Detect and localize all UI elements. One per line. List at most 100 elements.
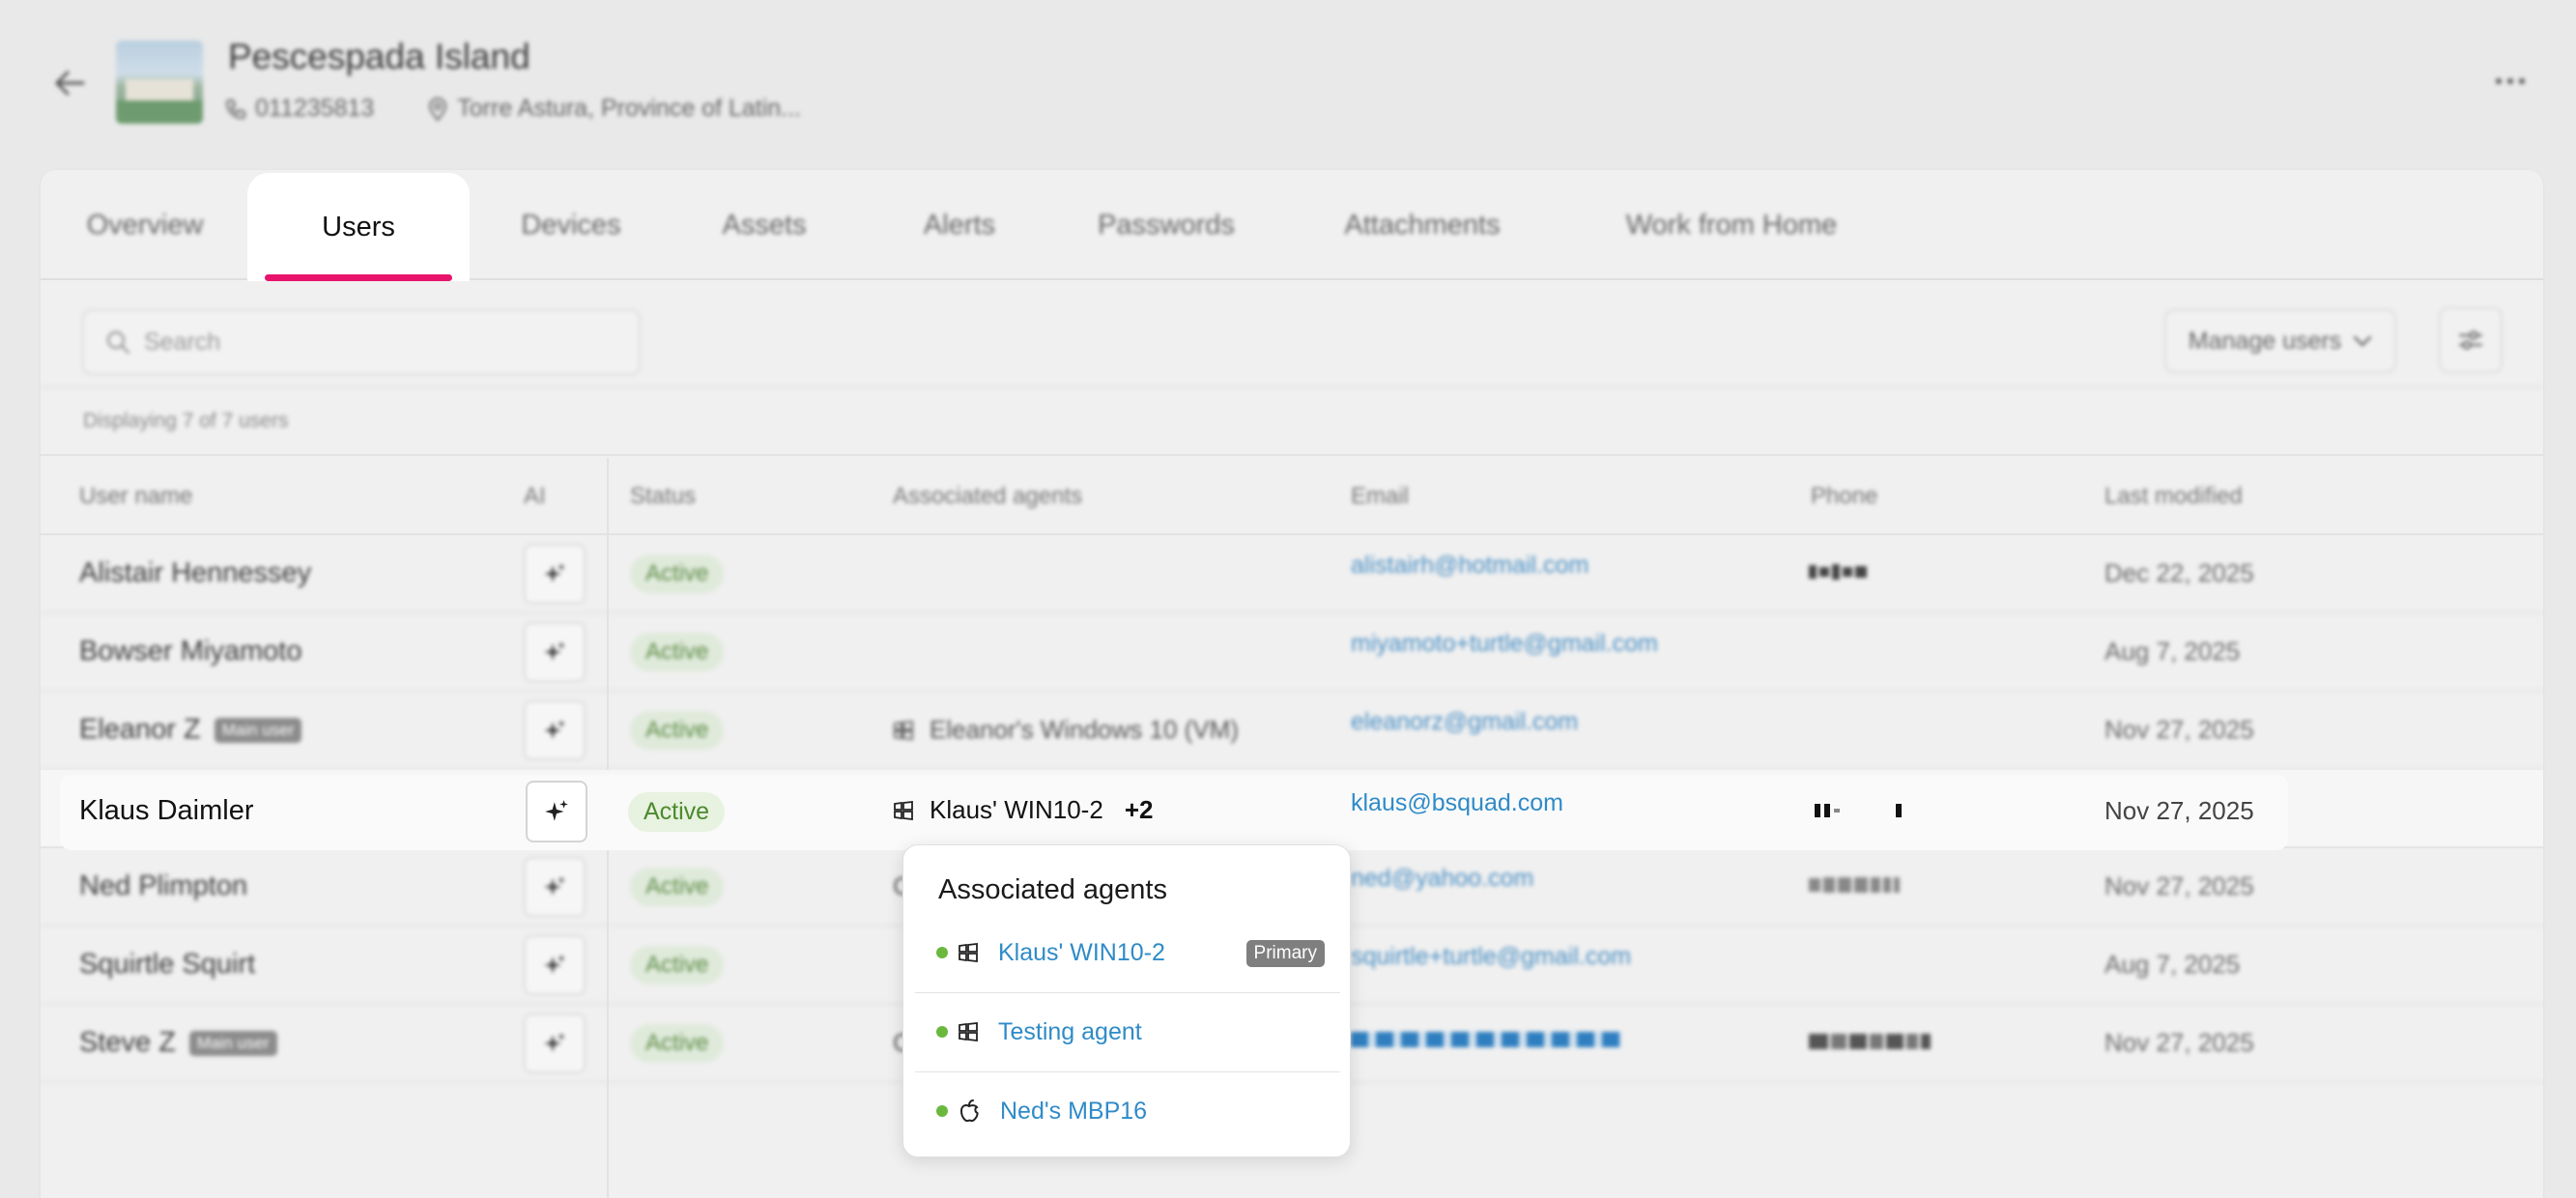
user-name[interactable]: Squirtle Squirt (79, 949, 255, 981)
status-badge: Active (630, 633, 725, 671)
tab-alerts[interactable]: Alerts (906, 170, 1013, 280)
table-row[interactable]: Alistair Hennessey Active alistairh@hotm… (41, 535, 2543, 613)
site-address: Torre Astura, Province of Latin... (457, 95, 802, 122)
col-email[interactable]: Email (1351, 483, 1409, 510)
search-icon (106, 330, 130, 355)
associated-agent[interactable]: Eleanor's Windows 10 (VM) (893, 715, 1239, 745)
last-modified: Nov 27, 2025 (2104, 715, 2254, 744)
ai-button[interactable] (524, 622, 586, 682)
associated-agents-popover: Associated agents Klaus' WIN10-2 Primary… (902, 844, 1351, 1157)
email-link[interactable]: squirtle+turtle@gmail.com (1351, 943, 1631, 971)
sparkle-icon (545, 800, 568, 821)
tab-overview[interactable]: Overview (87, 170, 204, 280)
popover-agent-item[interactable]: Klaus' WIN10-2 Primary (915, 913, 1340, 992)
tab-users[interactable]: Users (247, 173, 470, 281)
site-thumbnail (116, 41, 203, 124)
online-status-dot (936, 947, 948, 958)
phone-redacted (1815, 796, 1902, 825)
phone-icon (225, 99, 245, 119)
status-badge: Active (628, 792, 726, 832)
tab-bar: Overview Users Devices Assets Alerts Pas… (41, 170, 2543, 281)
tab-attachments[interactable]: Attachments (1335, 170, 1509, 280)
more-options-button[interactable] (2485, 66, 2535, 97)
popover-title: Associated agents (938, 874, 1167, 905)
sliders-icon (2458, 330, 2483, 350)
ai-button[interactable] (524, 544, 586, 604)
primary-badge: Primary (1245, 940, 1325, 967)
agent-link[interactable]: Testing agent (998, 1018, 1142, 1046)
windows-icon (959, 942, 978, 963)
col-last-modified[interactable]: Last modified (2104, 483, 2243, 510)
sparkle-icon (544, 1033, 565, 1052)
sparkle-icon (544, 720, 565, 739)
user-name[interactable]: Bowser Miyamoto (79, 636, 301, 668)
col-associated-agents[interactable]: Associated agents (893, 483, 1082, 510)
online-status-dot (936, 1026, 948, 1038)
email-link[interactable]: eleanorz@gmail.com (1351, 708, 1578, 736)
user-name[interactable]: Steve Z Main user (79, 1027, 277, 1059)
status-badge: Active (630, 711, 725, 750)
arrow-left-icon (55, 71, 85, 96)
tab-assets[interactable]: Assets (707, 170, 821, 280)
windows-icon (894, 800, 913, 820)
toolbar: Manage users (41, 282, 2543, 388)
user-name[interactable]: Eleanor Z Main user (79, 714, 302, 746)
back-button[interactable] (48, 62, 91, 104)
status-badge: Active (630, 555, 725, 593)
last-modified: Aug 7, 2025 (2104, 637, 2241, 666)
status-badge: Active (630, 946, 725, 984)
popover-agent-item[interactable]: Ned's MBP16 (915, 1071, 1340, 1151)
manage-users-label: Manage users (2188, 327, 2342, 355)
apple-icon (959, 1099, 979, 1123)
last-modified: Aug 7, 2025 (2104, 950, 2241, 979)
phone-redacted (1809, 871, 1900, 898)
displaying-count: Displaying 7 of 7 users (83, 410, 289, 432)
col-user-name[interactable]: User name (79, 483, 192, 510)
sparkle-icon (544, 563, 565, 583)
user-name[interactable]: Ned Plimpton (79, 870, 247, 902)
main-user-badge: Main user (188, 1030, 277, 1056)
agent-link[interactable]: Ned's MBP16 (1000, 1098, 1147, 1126)
ai-button[interactable] (524, 857, 586, 917)
online-status-dot (936, 1105, 948, 1117)
search-input[interactable] (144, 328, 598, 357)
site-phone: 011235813 (255, 95, 375, 122)
ai-button[interactable] (526, 781, 587, 842)
email-link-redacted[interactable] (1351, 1032, 1621, 1047)
search-field[interactable] (82, 309, 641, 375)
user-name[interactable]: Klaus Daimler (79, 795, 254, 827)
filter-settings-button[interactable] (2439, 307, 2503, 373)
sparkle-icon (544, 955, 565, 974)
tab-passwords[interactable]: Passwords (1094, 170, 1239, 280)
windows-icon (959, 1021, 978, 1042)
last-modified: Nov 27, 2025 (2104, 796, 2254, 825)
windows-icon (894, 720, 913, 740)
email-link[interactable]: alistairh@hotmail.com (1351, 552, 1589, 580)
col-phone[interactable]: Phone (1811, 483, 1877, 510)
more-agents-count[interactable]: +2 (1125, 795, 1154, 825)
tab-devices[interactable]: Devices (499, 170, 644, 280)
last-modified: Nov 27, 2025 (2104, 871, 2254, 900)
ai-button[interactable] (524, 1013, 586, 1073)
col-status[interactable]: Status (630, 483, 696, 510)
manage-users-button[interactable]: Manage users (2164, 309, 2396, 373)
associated-agents-trigger[interactable]: Klaus' WIN10-2 +2 (893, 795, 1153, 825)
site-meta: 011235813 Torre Astura, Province of Lati… (224, 95, 801, 123)
agent-name: Klaus' WIN10-2 (930, 795, 1103, 824)
user-name[interactable]: Alistair Hennessey (79, 557, 311, 589)
table-row[interactable]: Bowser Miyamoto Active miyamoto+turtle@g… (41, 613, 2543, 692)
agent-link[interactable]: Klaus' WIN10-2 (998, 939, 1165, 967)
ai-button[interactable] (524, 700, 586, 760)
email-link[interactable]: miyamoto+turtle@gmail.com (1351, 630, 1658, 658)
table-row-focused[interactable]: Klaus Daimler Active Klaus' WIN10-2 +2 k… (60, 775, 2288, 850)
email-link[interactable]: klaus@bsquad.com (1351, 789, 1563, 817)
status-badge: Active (630, 868, 725, 906)
sparkle-icon (544, 642, 565, 661)
col-ai: AI (524, 483, 546, 509)
tab-work-from-home[interactable]: Work from Home (1616, 170, 1847, 280)
email-link[interactable]: ned@yahoo.com (1351, 865, 1533, 893)
ai-button[interactable] (524, 935, 586, 995)
popover-agent-item[interactable]: Testing agent (915, 992, 1340, 1071)
table-row[interactable]: Eleanor Z Main user Active Eleanor's Wind… (41, 692, 2543, 770)
status-badge: Active (630, 1024, 725, 1063)
